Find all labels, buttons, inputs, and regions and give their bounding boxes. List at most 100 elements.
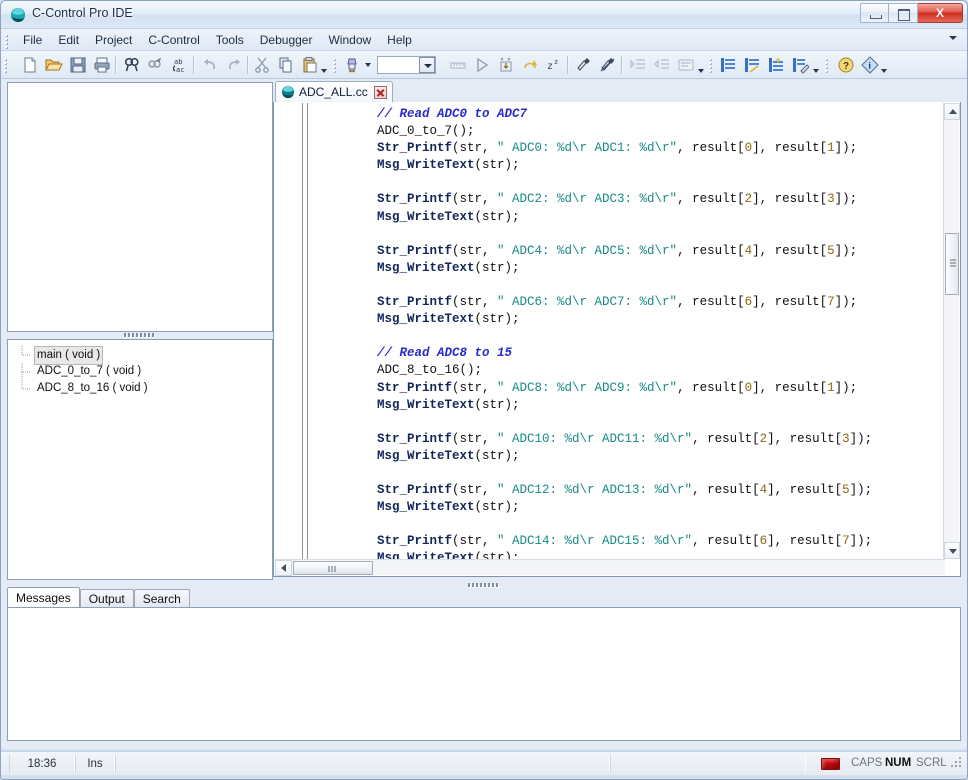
code-line: Str_Printf(str, " ADC4: %d\r ADC5: %d\r"… [310,243,942,260]
code-token: " ADC14: %d\r ADC15: %d\r" [497,534,693,549]
step-out-icon[interactable]: zz [543,54,565,76]
ruler-icon[interactable] [447,54,469,76]
function-tree-panel[interactable]: main ( void ) ADC_0_to_7 ( void ) ADC_8_… [7,339,273,580]
resize-grip-icon[interactable] [951,757,963,769]
code-token: ]); [834,141,858,156]
tree-item-label: ADC_8_to_16 ( void ) [37,382,148,394]
left-horizontal-splitter[interactable] [7,332,273,339]
editor-tab-adc-all[interactable]: ADC_ALL.cc [275,81,393,103]
code-token: 4 [759,483,768,498]
paste-dropdown-arrow-icon[interactable] [321,69,327,73]
code-token: ]); [834,243,858,258]
undo-icon[interactable] [199,54,221,76]
messages-output-area[interactable] [7,607,961,741]
info-dropdown-arrow-icon[interactable] [881,69,887,73]
list-edit-icon[interactable] [789,54,811,76]
tab-output[interactable]: Output [79,589,134,608]
close-icon[interactable] [373,85,387,99]
run-icon[interactable] [471,54,493,76]
open-file-icon[interactable] [43,54,65,76]
editor-gutter[interactable] [275,103,302,559]
menubar-grip[interactable] [4,32,9,48]
tree-item-label: ADC_0_to_7 ( void ) [37,365,142,377]
scroll-down-arrow-icon[interactable] [944,542,960,559]
find-icon[interactable] [121,54,143,76]
project-explorer-panel[interactable] [7,82,273,332]
comment-dropdown-arrow-icon[interactable] [698,69,704,73]
minimize-button[interactable] [860,3,889,23]
status-caps: CAPS [851,757,883,769]
breakpoint-add-icon[interactable] [573,54,595,76]
code-token: , result[ [677,141,745,156]
tab-messages[interactable]: Messages [7,587,80,608]
horizontal-scroll-thumb[interactable] [293,561,373,575]
replace-icon[interactable]: ab ac [169,54,191,76]
code-token: ]); [849,483,873,498]
menu-debugger[interactable]: Debugger [252,30,321,50]
help-icon[interactable]: ? [835,54,857,76]
code-token: ADC_0_to_7 [377,124,453,139]
code-token: 5 [842,483,850,498]
menu-project[interactable]: Project [87,30,140,50]
compile-icon[interactable] [341,54,363,76]
code-editor[interactable]: // Read ADC0 to ADC7 ADC_0_to_7(); Str_Pri… [273,102,961,577]
info-icon[interactable]: i [859,54,881,76]
code-token: (str); [474,397,520,412]
copy-icon[interactable] [275,54,297,76]
tree-item-adc-0-to-7[interactable]: ADC_0_to_7 ( void ) [14,363,272,380]
scroll-left-arrow-icon[interactable] [275,560,292,576]
target-combo[interactable] [377,56,436,74]
toolbar-grip-2[interactable] [333,56,337,74]
tree-item-main[interactable]: main ( void ) [14,346,272,365]
vertical-scroll-thumb[interactable] [945,233,959,295]
code-token: (str, [452,141,498,156]
code-token: (str, [452,483,498,498]
paste-icon[interactable] [299,54,321,76]
menu-bar: File Edit Project C-Control Tools Debugg… [1,29,967,51]
list-blue-icon[interactable] [717,54,739,76]
thumb-grip-icon [328,566,338,572]
print-icon[interactable] [91,54,113,76]
code-token: 7 [842,534,850,549]
target-combo-arrow-icon[interactable] [419,57,435,73]
new-file-icon[interactable] [19,54,41,76]
maximize-button[interactable] [889,3,918,23]
menu-edit[interactable]: Edit [50,30,87,50]
outdent-icon[interactable] [651,54,673,76]
breakpoint-clear-icon[interactable] [597,54,619,76]
redo-icon[interactable] [223,54,245,76]
compile-dropdown-arrow-icon[interactable] [365,63,371,67]
toolbar-grip-1[interactable] [4,56,8,74]
editor-vertical-scrollbar[interactable] [943,103,960,559]
cut-icon[interactable] [251,54,273,76]
menu-window[interactable]: Window [320,30,379,50]
toolbar-grip-3[interactable] [709,56,713,74]
toolbar-grip-4[interactable] [825,56,829,74]
chevron-down-icon[interactable] [949,36,957,40]
save-file-icon[interactable] [67,54,89,76]
status-bar: 18:36 Ins CAPS NUM SCRL [1,751,967,775]
step-into-icon[interactable] [495,54,517,76]
find-next-icon[interactable] [145,54,167,76]
menu-help[interactable]: Help [379,30,420,50]
menu-file[interactable]: File [15,30,50,50]
list-dropdown-arrow-icon[interactable] [813,69,819,73]
red-flag-icon[interactable] [821,758,840,770]
comment-icon[interactable] [675,54,697,76]
menu-tools[interactable]: Tools [208,30,252,50]
scroll-up-arrow-icon[interactable] [944,103,960,120]
list-remove-icon[interactable] [741,54,763,76]
code-token: 0 [744,380,753,395]
tab-search[interactable]: Search [133,589,190,608]
editor-tab-label: ADC_ALL.cc [299,85,368,99]
menu-c-control[interactable]: C-Control [140,30,207,50]
editor-horizontal-scrollbar[interactable] [275,559,945,576]
step-over-icon[interactable] [519,54,541,76]
indent-icon[interactable] [627,54,649,76]
code-token: Msg_WriteText [377,158,475,173]
close-button[interactable]: X [918,3,963,23]
tree-item-adc-8-to-16[interactable]: ADC_8_to_16 ( void ) [14,380,272,397]
list-add-icon[interactable] [765,54,787,76]
code-text[interactable]: // Read ADC0 to ADC7 ADC_0_to_7(); Str_Pri… [310,106,942,568]
